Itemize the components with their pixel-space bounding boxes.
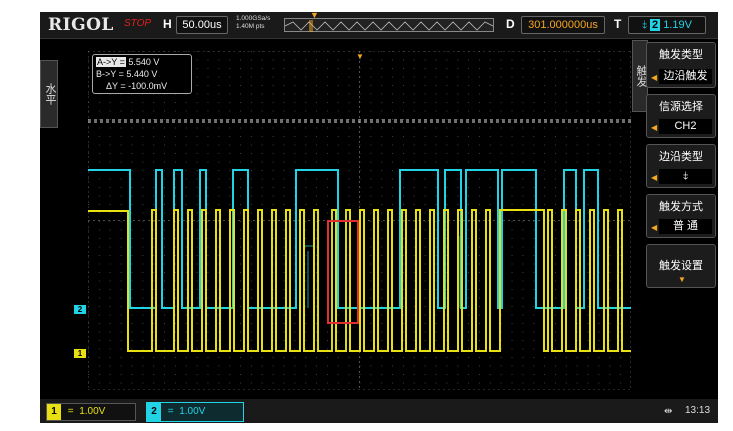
menu-source-select[interactable]: 信源选择 ◀ CH2 <box>646 94 716 138</box>
brand-logo: RIGOL <box>48 15 114 35</box>
horizontal-label: H <box>163 17 172 31</box>
oscilloscope-screen: RIGOL STOP H 50.00us 1.000GSa/s 1.40M pt… <box>40 12 718 423</box>
memory-overview-bar[interactable] <box>284 18 494 32</box>
menu-edge-type[interactable]: 边沿类型 ◀ ⤈ <box>646 144 716 188</box>
falling-edge-icon: ⤈ <box>683 170 688 182</box>
waveform-display: ▼ <box>88 51 631 390</box>
trigger-info[interactable]: ⤈ 2 1.19V <box>628 16 706 34</box>
menu-left-arrow-icon: ◀ <box>651 123 658 132</box>
cursor-a-label: A->Y = <box>96 57 126 67</box>
cursor-a-value: 5.540 V <box>128 57 160 67</box>
menu-trigger-type-title: 触发类型 <box>659 49 703 61</box>
timebase-value[interactable]: 50.00us <box>176 16 228 34</box>
horizontal-menu-tab[interactable]: 水平 <box>40 60 58 128</box>
usb-icon: ⇹ <box>664 406 673 417</box>
trigger-label: T <box>614 17 622 31</box>
ch1-coupling: = <box>67 406 74 417</box>
memory-waveform-overview <box>284 20 494 32</box>
menu-left-arrow-icon: ◀ <box>651 73 658 82</box>
ch1-marker[interactable]: 1 <box>74 349 86 358</box>
cursor-readout: A->Y = 5.540 V B->Y = 5.440 V ΔY = -100.… <box>92 54 192 94</box>
channel-bar: 1 = 1.00V 2 = 1.00V ⇹ 13:13 <box>40 399 718 423</box>
delay-label: D <box>506 17 515 31</box>
ch2-coupling: = <box>167 406 174 417</box>
cursor-b-readout: B->Y = 5.440 V <box>96 69 158 79</box>
menu-edge-type-title: 边沿类型 <box>659 151 703 163</box>
ch2-settings[interactable]: 2 = 1.00V <box>146 402 244 422</box>
status-bar: RIGOL STOP H 50.00us 1.000GSa/s 1.40M pt… <box>40 12 718 39</box>
ch2-badge: 2 <box>147 403 161 421</box>
cursor-delta-readout: ΔY = -100.0mV <box>106 81 168 91</box>
menu-trigger-setup[interactable]: 触发设置 ▼ <box>646 244 716 288</box>
memory-depth: 1.40M pts <box>236 23 265 30</box>
trigger-level: 1.19V <box>663 19 692 31</box>
ch1-scale: 1.00V <box>79 406 106 417</box>
trigger-time-marker: ▼ <box>356 52 364 61</box>
ch1-badge: 1 <box>47 404 61 420</box>
delay-value[interactable]: 301.000000us <box>521 16 605 34</box>
menu-left-arrow-icon: ◀ <box>651 173 658 182</box>
menu-edge-type-value: ⤈ <box>659 169 712 184</box>
falling-edge-icon: ⤈ <box>642 19 647 31</box>
menu-trigger-type[interactable]: 触发类型 ◀ 边沿触发 <box>646 42 716 88</box>
ch1-settings[interactable]: 1 = 1.00V <box>46 403 136 421</box>
menu-left-arrow-icon: ◀ <box>651 223 658 232</box>
sample-rate: 1.000GSa/s <box>236 15 271 22</box>
menu-trigger-mode[interactable]: 触发方式 ◀ 普 通 <box>646 194 716 238</box>
sample-info: 1.000GSa/s 1.40M pts <box>236 15 270 31</box>
trigger-channel-badge: 2 <box>650 19 661 31</box>
menu-source-title: 信源选择 <box>659 101 703 113</box>
menu-trigger-mode-title: 触发方式 <box>659 201 703 213</box>
menu-source-value: CH2 <box>659 119 712 134</box>
clock: 13:13 <box>685 405 711 416</box>
menu-trigger-mode-value: 普 通 <box>659 219 712 234</box>
trigger-position-marker[interactable]: ▼ <box>310 12 319 20</box>
ch2-marker[interactable]: 2 <box>74 305 86 314</box>
ch2-scale: 1.00V <box>179 406 206 417</box>
run-state[interactable]: STOP <box>124 18 151 29</box>
trigger-menu: 触发 触发类型 ◀ 边沿触发 信源选择 ◀ CH2 边沿类型 ◀ ⤈ 触发方式 … <box>632 40 718 393</box>
cursor-a-readout: A->Y = 5.540 V <box>96 56 188 68</box>
menu-down-arrow-icon: ▼ <box>678 275 686 284</box>
menu-trigger-setup-title: 触发设置 <box>659 260 703 272</box>
menu-trigger-type-value: 边沿触发 <box>659 69 712 84</box>
